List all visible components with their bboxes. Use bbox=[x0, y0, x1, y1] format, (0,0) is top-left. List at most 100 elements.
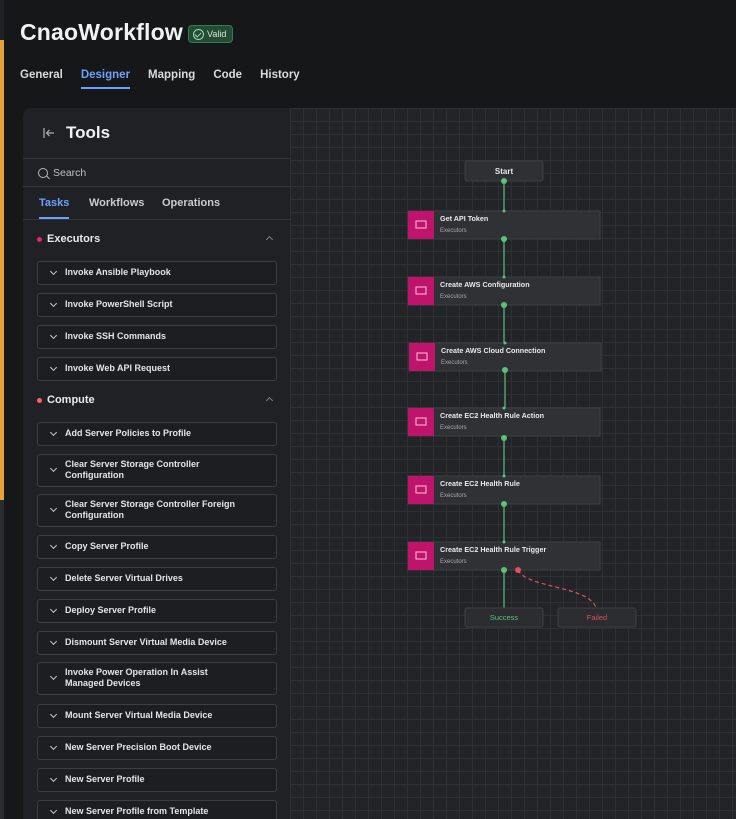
tab-history[interactable]: History bbox=[260, 69, 300, 87]
node-category: Executors bbox=[440, 493, 467, 499]
executors-dot bbox=[37, 237, 42, 242]
input-port[interactable] bbox=[502, 275, 506, 279]
output-port[interactable] bbox=[502, 367, 508, 373]
list-item[interactable]: Clear Server Storage Controller Foreign … bbox=[37, 494, 277, 527]
chevron-down-icon bbox=[49, 573, 58, 582]
success-label: Success bbox=[490, 613, 519, 622]
failure-port[interactable] bbox=[515, 567, 521, 573]
output-port[interactable] bbox=[501, 501, 507, 507]
start-label: Start bbox=[495, 167, 514, 176]
item-label: Deploy Server Profile bbox=[65, 605, 157, 615]
tab-mapping[interactable]: Mapping bbox=[148, 69, 195, 87]
item-label: New Server Precision Boot Device bbox=[65, 742, 212, 752]
designer-canvas[interactable]: Start Get API Token Executors Create AWS… bbox=[290, 108, 736, 819]
chevron-down-icon bbox=[49, 428, 58, 437]
tools-title: Tools bbox=[66, 123, 111, 142]
success-port[interactable] bbox=[501, 567, 507, 573]
input-port[interactable] bbox=[502, 209, 506, 213]
section-executors[interactable]: Executors bbox=[23, 229, 290, 249]
item-label: Invoke Ansible Playbook bbox=[65, 267, 171, 277]
list-item[interactable]: Invoke Ansible Playbook bbox=[37, 261, 277, 285]
item-label: Invoke PowerShell Script bbox=[65, 299, 173, 309]
workflow-node[interactable]: Create EC2 Health Rule Action Executors bbox=[407, 407, 601, 437]
workflow-node[interactable]: Create AWS Cloud Connection Executors bbox=[408, 342, 602, 372]
list-item[interactable]: Add Server Policies to Profile bbox=[37, 422, 277, 446]
status-badge: Valid bbox=[188, 25, 234, 43]
output-port[interactable] bbox=[501, 236, 507, 242]
item-label: Invoke SSH Commands bbox=[65, 331, 167, 341]
collapse-panel-icon[interactable] bbox=[43, 127, 55, 139]
list-item[interactable]: New Server Precision Boot Device bbox=[37, 736, 277, 760]
chevron-down-icon bbox=[49, 742, 58, 751]
list-item[interactable]: Copy Server Profile bbox=[37, 535, 277, 559]
item-label: Dismount Server Virtual Media Device bbox=[65, 637, 227, 647]
node-category: Executors bbox=[440, 294, 467, 300]
chevron-down-icon bbox=[49, 541, 58, 550]
node-title: Create AWS Configuration bbox=[440, 280, 530, 289]
node-title: Create EC2 Health Rule Trigger bbox=[440, 545, 546, 554]
workflow-node[interactable]: Create EC2 Health Rule Trigger Executors bbox=[407, 541, 601, 571]
chevron-down-icon bbox=[49, 331, 58, 340]
item-label: Invoke Power Operation In Assist Managed… bbox=[65, 667, 208, 688]
chevron-down-icon bbox=[49, 774, 58, 783]
window-edge bbox=[0, 0, 4, 819]
output-port[interactable] bbox=[501, 178, 507, 184]
workflow-node[interactable]: Get API Token Executors bbox=[407, 210, 601, 240]
compute-dot bbox=[37, 398, 42, 403]
chevron-down-icon bbox=[49, 464, 58, 473]
input-port[interactable] bbox=[502, 406, 506, 410]
chevron-down-icon bbox=[49, 363, 58, 372]
node-title: Create AWS Cloud Connection bbox=[441, 346, 545, 355]
list-item[interactable]: Clear Server Storage Controller Configur… bbox=[37, 454, 277, 487]
tab-designer[interactable]: Designer bbox=[80, 69, 131, 89]
list-item[interactable]: Invoke Web API Request bbox=[37, 357, 277, 381]
list-item[interactable]: Invoke Power Operation In Assist Managed… bbox=[37, 662, 277, 695]
workflow-graph: Start Get API Token Executors Create AWS… bbox=[407, 160, 637, 628]
failed-label: Failed bbox=[587, 613, 607, 622]
tab-code[interactable]: Code bbox=[213, 69, 242, 87]
chevron-down-icon bbox=[49, 504, 58, 513]
chevron-down-icon bbox=[49, 806, 58, 815]
search-input[interactable] bbox=[51, 163, 275, 183]
subtab-tasks[interactable]: Tasks bbox=[39, 197, 70, 219]
chevron-down-icon bbox=[49, 710, 58, 719]
chevron-down-icon bbox=[49, 267, 58, 276]
chevron-up-icon[interactable] bbox=[265, 235, 274, 244]
workflow-node[interactable]: Create AWS Configuration Executors bbox=[407, 276, 601, 306]
workflow-node[interactable]: Create EC2 Health Rule Executors bbox=[407, 475, 601, 505]
input-port[interactable] bbox=[502, 474, 506, 478]
tools-header: Tools bbox=[23, 108, 290, 159]
node-category: Executors bbox=[440, 559, 467, 565]
list-item[interactable]: Mount Server Virtual Media Device bbox=[37, 704, 277, 728]
output-port[interactable] bbox=[501, 302, 507, 308]
section-compute[interactable]: Compute bbox=[23, 390, 290, 410]
output-port[interactable] bbox=[501, 435, 507, 441]
subtab-operations[interactable]: Operations bbox=[162, 197, 220, 209]
list-item[interactable]: Invoke SSH Commands bbox=[37, 325, 277, 349]
list-item[interactable]: Dismount Server Virtual Media Device bbox=[37, 631, 277, 655]
list-item[interactable]: Invoke PowerShell Script bbox=[37, 293, 277, 317]
item-label: New Server Profile from Template bbox=[65, 806, 209, 816]
list-item[interactable]: Deploy Server Profile bbox=[37, 599, 277, 623]
subtab-workflows[interactable]: Workflows bbox=[89, 197, 144, 209]
node-category: Executors bbox=[441, 360, 468, 366]
check-circle-icon bbox=[193, 28, 204, 40]
input-port[interactable] bbox=[503, 341, 507, 345]
list-item[interactable]: Delete Server Virtual Drives bbox=[37, 567, 277, 591]
item-label: Clear Server Storage Controller Foreign … bbox=[65, 499, 236, 520]
tab-general[interactable]: General bbox=[20, 69, 63, 87]
node-category: Executors bbox=[440, 228, 467, 234]
status-badge-label: Valid bbox=[207, 29, 227, 39]
list-item[interactable]: New Server Profile from Template bbox=[37, 800, 277, 819]
search-bar bbox=[23, 159, 290, 187]
success-node[interactable]: Success bbox=[464, 607, 544, 628]
input-port[interactable] bbox=[502, 540, 506, 544]
list-item[interactable]: New Server Profile bbox=[37, 768, 277, 792]
tools-subtabs: Tasks Workflows Operations bbox=[23, 187, 290, 220]
item-label: Invoke Web API Request bbox=[65, 363, 171, 373]
node-title: Create EC2 Health Rule Action bbox=[440, 411, 544, 420]
chevron-up-icon[interactable] bbox=[265, 396, 274, 405]
chevron-down-icon bbox=[49, 637, 58, 646]
failed-node[interactable]: Failed bbox=[557, 607, 637, 628]
tools-panel: Tools Tasks Workflows Operations Executo… bbox=[23, 108, 290, 819]
